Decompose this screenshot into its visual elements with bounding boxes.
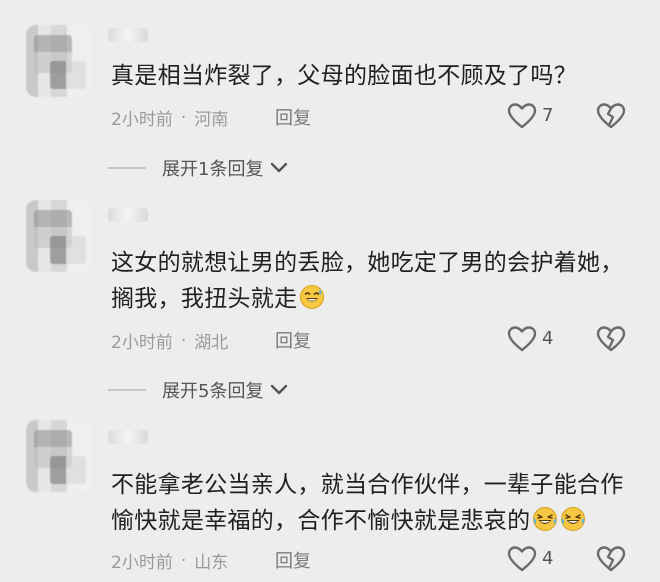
laugh-cry-emoji-icon — [533, 507, 558, 531]
username-blurred[interactable] — [108, 208, 148, 222]
avatar[interactable] — [26, 25, 92, 97]
expand-divider — [108, 167, 146, 169]
like-count: 7 — [542, 105, 554, 126]
expand-replies-label[interactable]: 展开5条回复 — [162, 377, 263, 403]
comment-location: 湖北 — [194, 333, 229, 353]
reply-button[interactable]: 回复 — [275, 327, 311, 353]
comment-location: 山东 — [194, 553, 229, 573]
avatar[interactable] — [26, 420, 92, 492]
comment-meta: 2小时前 · 山东 — [111, 548, 229, 574]
comment-text: 这女的就想让男的丢脸，她吃定了男的会护着她， 搁我，我扭头就走 — [111, 245, 624, 317]
comment-meta: 2小时前 · 湖北 — [111, 328, 229, 354]
like-heart-icon[interactable] — [507, 545, 537, 573]
expand-replies[interactable]: 展开1条回复 — [108, 155, 289, 181]
like-heart-icon[interactable] — [507, 102, 537, 130]
dislike-broken-heart-icon[interactable] — [596, 545, 626, 573]
comment-text-line: 这女的就想让男的丢脸，她吃定了男的会护着她， — [111, 250, 624, 276]
meta-separator: · — [180, 550, 187, 571]
chevron-down-icon[interactable] — [269, 161, 289, 175]
like-count: 4 — [542, 328, 554, 349]
comment-text: 真是相当炸裂了，父母的脸面也不顾及了吗？ — [111, 63, 577, 89]
username-blurred[interactable] — [108, 430, 148, 444]
meta-separator: · — [180, 330, 187, 351]
comment-text-line: 不能拿老公当亲人，就当合作伙伴，一辈子能合作 — [111, 472, 624, 498]
comment-location: 河南 — [194, 110, 229, 130]
avatar[interactable] — [26, 200, 92, 272]
expand-replies-label[interactable]: 展开1条回复 — [162, 155, 263, 181]
expand-divider — [108, 389, 146, 391]
laugh-cry-emoji-icon — [561, 507, 586, 531]
expand-replies[interactable]: 展开5条回复 — [108, 377, 289, 403]
dislike-broken-heart-icon[interactable] — [596, 325, 626, 353]
comment-meta: 2小时前 · 河南 — [111, 105, 229, 131]
comment-1: 真是相当炸裂了，父母的脸面也不顾及了吗？ 2小时前 · 河南 回复 7 展开1条… — [0, 0, 660, 180]
sweat-smile-emoji-icon — [300, 285, 325, 309]
dislike-broken-heart-icon[interactable] — [596, 102, 626, 130]
comment-text-line: 搁我，我扭头就走 — [111, 281, 624, 317]
comment-text: 不能拿老公当亲人，就当合作伙伴，一辈子能合作 愉快就是幸福的，合作不愉快就是悲哀… — [111, 467, 624, 539]
like-heart-icon[interactable] — [507, 325, 537, 353]
comment-time: 2小时前 — [111, 110, 173, 130]
reply-button[interactable]: 回复 — [275, 547, 311, 573]
like-count: 4 — [542, 548, 554, 569]
comment-time: 2小时前 — [111, 333, 173, 353]
meta-separator: · — [180, 107, 187, 128]
reply-button[interactable]: 回复 — [275, 104, 311, 130]
chevron-down-icon[interactable] — [269, 383, 289, 397]
username-blurred[interactable] — [108, 28, 148, 42]
comment-text-line: 愉快就是幸福的，合作不愉快就是悲哀的 — [111, 503, 624, 539]
comment-time: 2小时前 — [111, 553, 173, 573]
